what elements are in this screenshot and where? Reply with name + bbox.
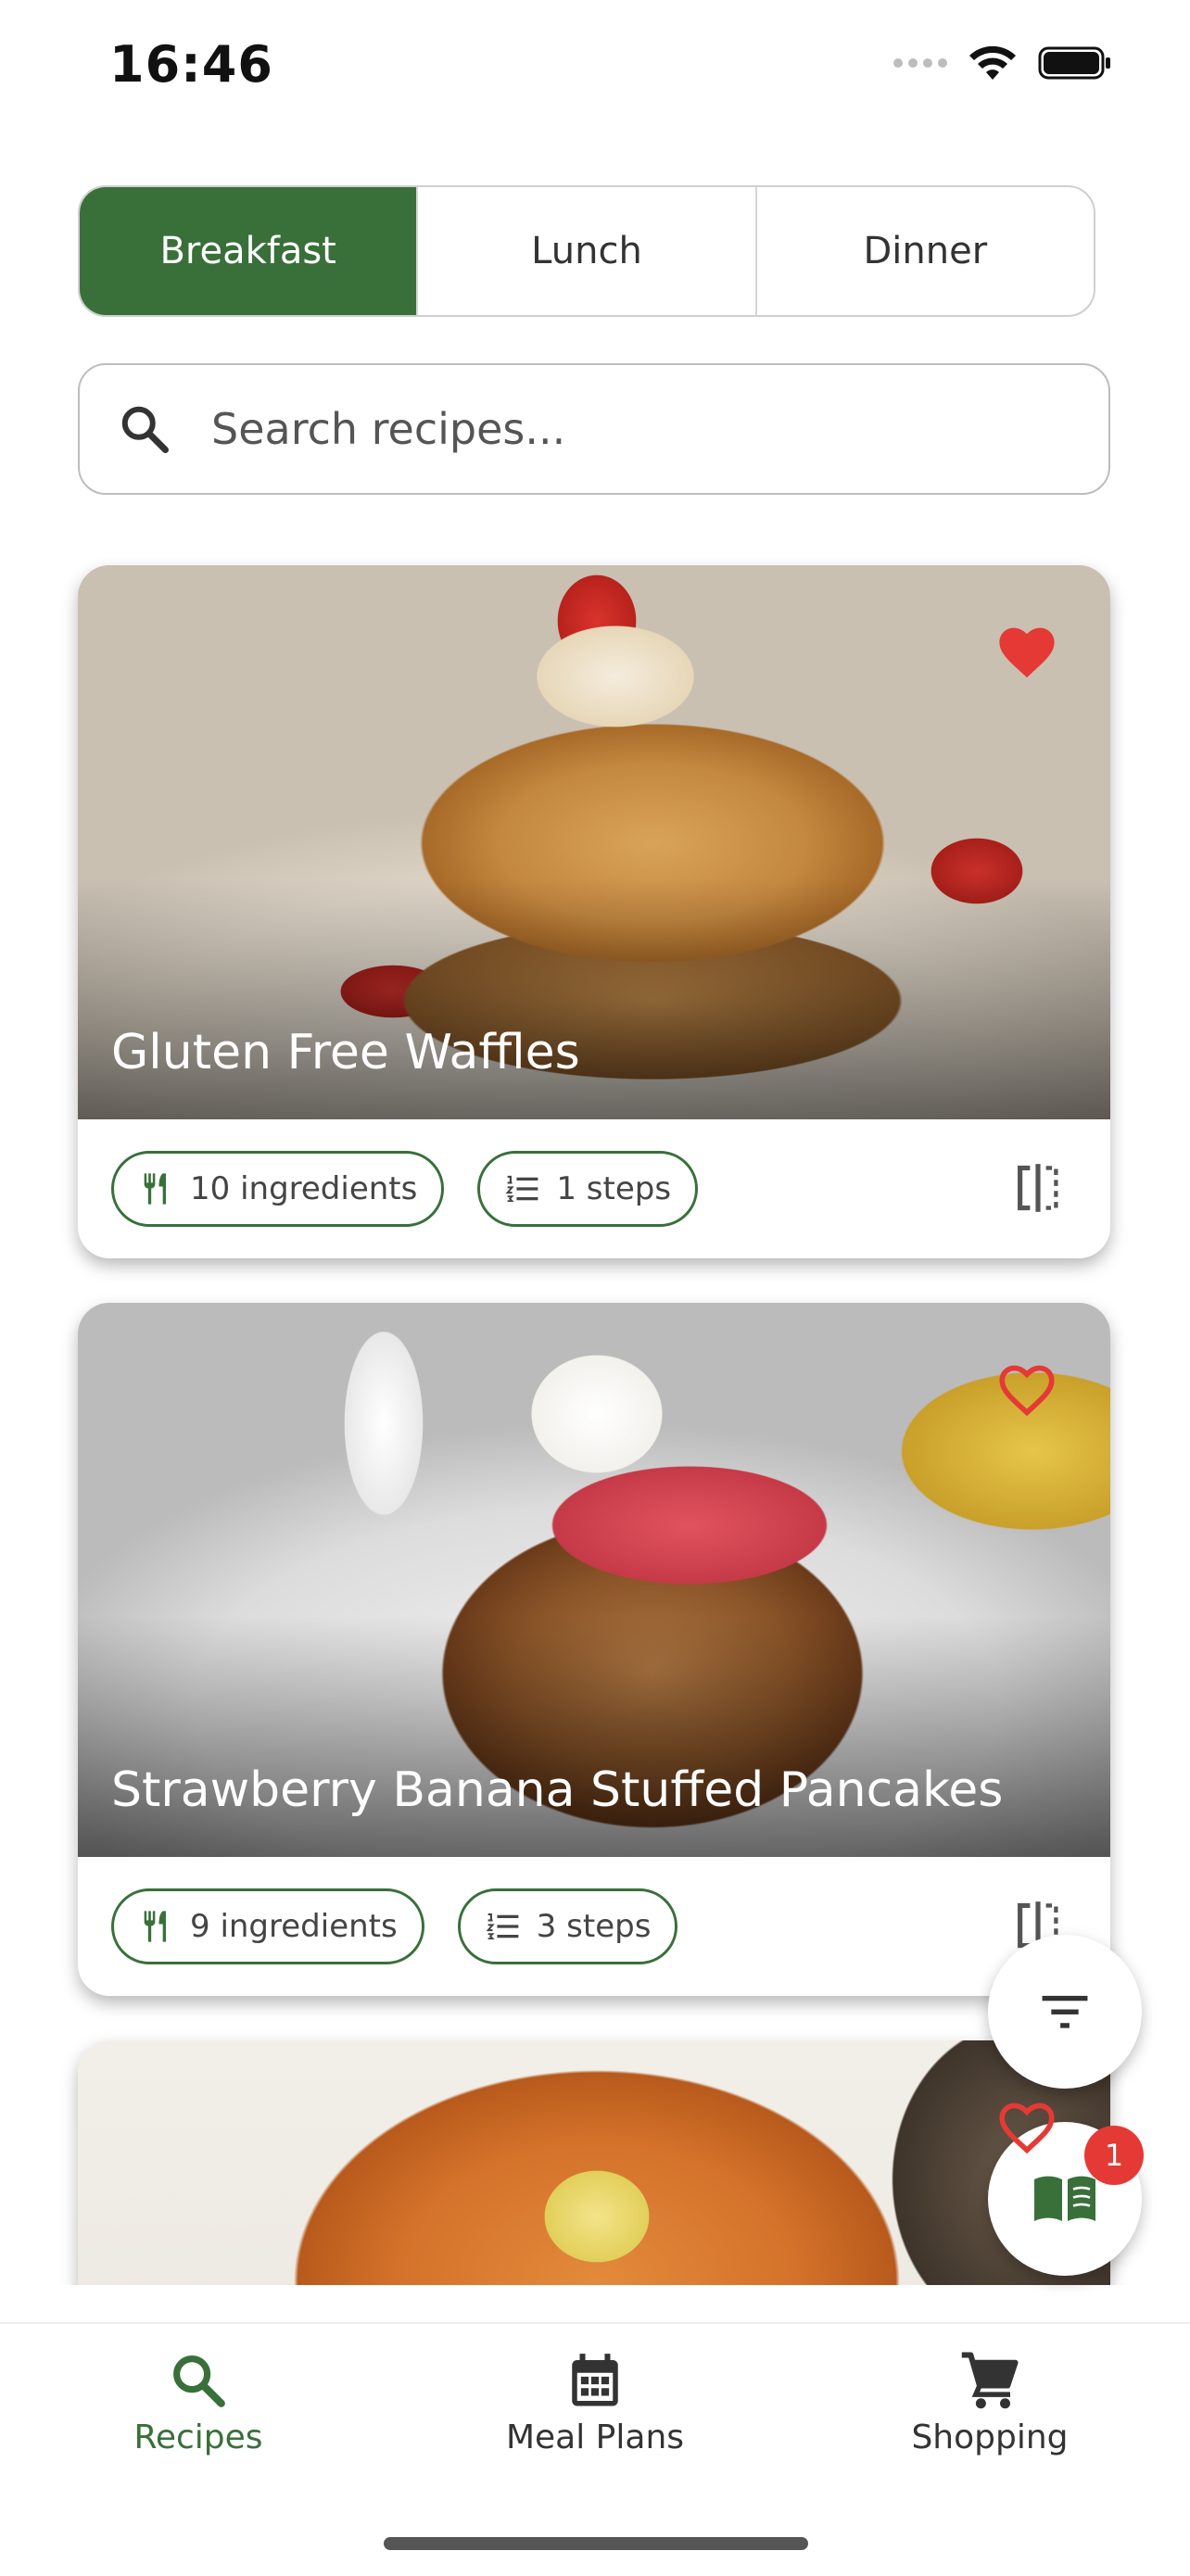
tab-dinner[interactable]: Dinner	[754, 187, 1094, 315]
heart-outline-icon[interactable]	[995, 1360, 1058, 1418]
recipe-image: Gluten Free Waffles	[78, 565, 1110, 1119]
recipe-card[interactable]	[78, 2040, 1110, 2285]
nav-shopping[interactable]: Shopping	[851, 2350, 1129, 2456]
search-icon	[121, 406, 169, 453]
status-icons	[893, 44, 1112, 82]
heart-outline-icon[interactable]	[995, 2098, 1058, 2155]
nav-shopping-label: Shopping	[911, 2418, 1069, 2456]
steps-count: 1 steps	[556, 1170, 672, 1207]
fork-knife-icon	[144, 1173, 166, 1205]
recipe-image: Strawberry Banana Stuffed Pancakes	[78, 1303, 1110, 1857]
heart-filled-icon[interactable]	[995, 623, 1058, 680]
ingredients-chip: 10 ingredients	[111, 1151, 445, 1227]
compare-icon[interactable]	[1014, 1162, 1062, 1214]
cart-icon	[961, 2352, 1019, 2409]
recipe-card-footer: 9 ingredients 3 steps	[78, 1857, 1110, 1996]
wifi-icon	[969, 45, 1016, 80]
search-icon	[173, 2355, 225, 2407]
ingredients-count: 10 ingredients	[190, 1170, 418, 1207]
recipe-image	[78, 2040, 1110, 2285]
steps-chip: 3 steps	[457, 1888, 678, 1964]
filter-button[interactable]	[988, 1935, 1142, 2089]
battery-icon	[1038, 46, 1110, 80]
open-book-icon	[1034, 2176, 1095, 2221]
cellular-signal-icon	[893, 58, 947, 68]
status-bar: 16:46	[0, 0, 1190, 130]
recipe-card-footer: 10 ingredients 1 steps	[78, 1119, 1110, 1258]
filter-icon	[1042, 1995, 1088, 2028]
ingredients-chip: 9 ingredients	[111, 1888, 424, 1964]
nav-meal-plans-label: Meal Plans	[505, 2418, 685, 2456]
nav-recipes-label: Recipes	[133, 2418, 263, 2456]
status-time: 16:46	[109, 35, 273, 94]
tab-breakfast[interactable]: Breakfast	[80, 187, 417, 315]
ingredients-count: 9 ingredients	[190, 1908, 398, 1945]
numbered-list-icon	[486, 1913, 519, 1939]
fork-knife-icon	[144, 1911, 166, 1942]
tab-lunch[interactable]: Lunch	[416, 187, 754, 315]
home-indicator	[384, 2537, 808, 2550]
nav-meal-plans[interactable]: Meal Plans	[456, 2350, 734, 2456]
steps-chip: 1 steps	[477, 1151, 699, 1227]
recipe-card[interactable]: Strawberry Banana Stuffed Pancakes 9 ing…	[78, 1303, 1110, 1996]
meal-type-segmented-control: Breakfast Lunch Dinner	[78, 185, 1095, 317]
recipe-title: Gluten Free Waffles	[111, 1025, 580, 1080]
calendar-icon	[572, 2354, 618, 2406]
recipe-title: Strawberry Banana Stuffed Pancakes	[111, 1762, 1004, 1818]
steps-count: 3 steps	[536, 1908, 652, 1945]
search-input[interactable]	[209, 403, 1029, 455]
search-bar[interactable]	[78, 363, 1110, 495]
recipe-card[interactable]: Gluten Free Waffles 10 ingredients 1 ste…	[78, 565, 1110, 1258]
meal-plan-count-badge: 1	[1084, 2126, 1144, 2185]
numbered-list-icon	[505, 1175, 538, 1202]
nav-recipes[interactable]: Recipes	[59, 2350, 337, 2456]
